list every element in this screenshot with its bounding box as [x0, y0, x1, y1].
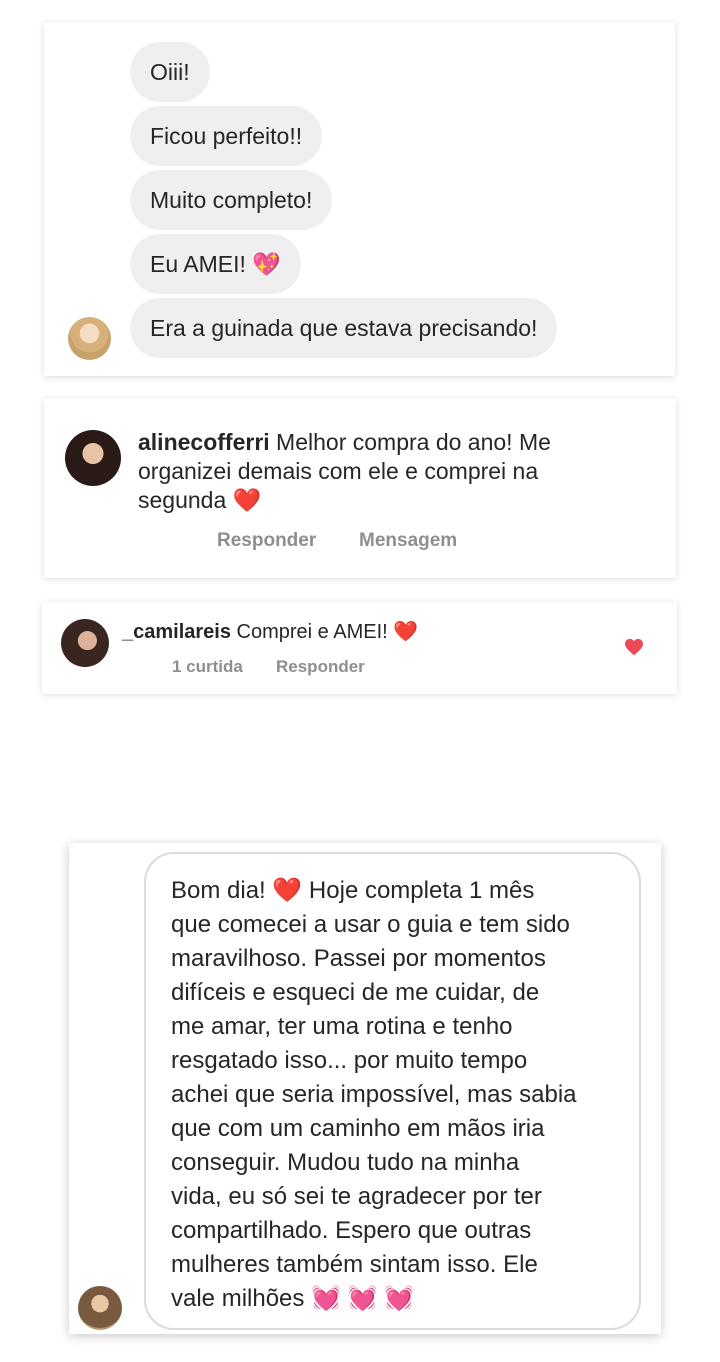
message-bubble[interactable]: Eu AMEI! 💖 — [130, 234, 301, 294]
comment-text: Melhor compra do ano! Me — [276, 429, 551, 455]
comment-card: alinecofferri Melhor compra do ano! Me o… — [44, 398, 676, 578]
message-text: Eu AMEI! — [150, 251, 246, 277]
commenter-avatar[interactable] — [65, 430, 121, 486]
message-text: Muito completo! — [150, 187, 313, 213]
reply-button[interactable]: Responder — [276, 657, 365, 677]
message-line: conseguir. Mudou tudo na minha — [171, 1149, 520, 1176]
message-bubble[interactable]: Bom dia! ❤️ Hoje completa 1 mês que come… — [144, 852, 641, 1330]
likes-count[interactable]: 1 curtida — [172, 657, 243, 677]
heart-icon[interactable] — [624, 638, 644, 656]
message-line: maravilhoso. Passei por momentos — [171, 945, 546, 972]
reply-button[interactable]: Responder — [217, 530, 316, 552]
comment-card: _camilareis Comprei e AMEI! ❤️ 1 curtida… — [42, 602, 677, 694]
comment-username[interactable]: alinecofferri — [138, 429, 270, 455]
message-line: vale milhões 💓 💓 💓 — [171, 1285, 415, 1312]
message-button[interactable]: Mensagem — [359, 530, 457, 552]
user-avatar[interactable] — [68, 317, 111, 360]
message-bubble[interactable]: Muito completo! — [130, 170, 333, 230]
message-bubble[interactable]: Ficou perfeito!! — [130, 106, 323, 166]
message-line: achei que seria impossível, mas sabia — [171, 1081, 577, 1108]
message-bubble[interactable]: Oiii! — [130, 42, 210, 102]
message-line: Bom dia! ❤️ Hoje completa 1 mês — [171, 877, 535, 904]
long-message-card: Bom dia! ❤️ Hoje completa 1 mês que come… — [69, 843, 661, 1334]
message-line: que com um caminho em mãos iria — [171, 1115, 545, 1142]
message-line: difíceis e esqueci de me cuidar, de — [171, 979, 540, 1006]
red-heart-icon: ❤️ — [393, 619, 419, 643]
comment-body: _camilareis Comprei e AMEI! ❤️ — [122, 618, 418, 645]
comment-username[interactable]: _camilareis — [122, 621, 231, 643]
message-text: Oiii! — [150, 59, 190, 85]
message-text: Era a guinada que estava precisando! — [150, 315, 538, 341]
message-line: que comecei a usar o guia e tem sido — [171, 911, 570, 938]
message-text: Ficou perfeito!! — [150, 123, 303, 149]
message-line: resgatado isso... por muito tempo — [171, 1047, 528, 1074]
dm-conversation-card: Oiii! Ficou perfeito!! Muito completo! E… — [44, 22, 675, 376]
comment-text: organizei demais com ele e comprei na — [138, 458, 539, 484]
comment-text: Comprei e AMEI! — [236, 621, 388, 643]
sender-avatar[interactable] — [78, 1286, 122, 1330]
message-line: compartilhado. Espero que outras — [171, 1217, 532, 1244]
sparkling-heart-icon: 💖 — [252, 252, 281, 278]
comment-text: segunda — [138, 487, 227, 513]
message-line: me amar, ter uma rotina e tenho — [171, 1013, 513, 1040]
red-heart-icon: ❤️ — [232, 488, 262, 514]
message-bubble[interactable]: Era a guinada que estava precisando! — [130, 298, 558, 358]
commenter-avatar[interactable] — [61, 619, 109, 667]
message-line: vida, eu só sei te agradecer por ter — [171, 1183, 542, 1210]
message-line: mulheres também sintam isso. Ele — [171, 1251, 538, 1278]
comment-body: alinecofferri Melhor compra do ano! Me o… — [138, 428, 658, 516]
